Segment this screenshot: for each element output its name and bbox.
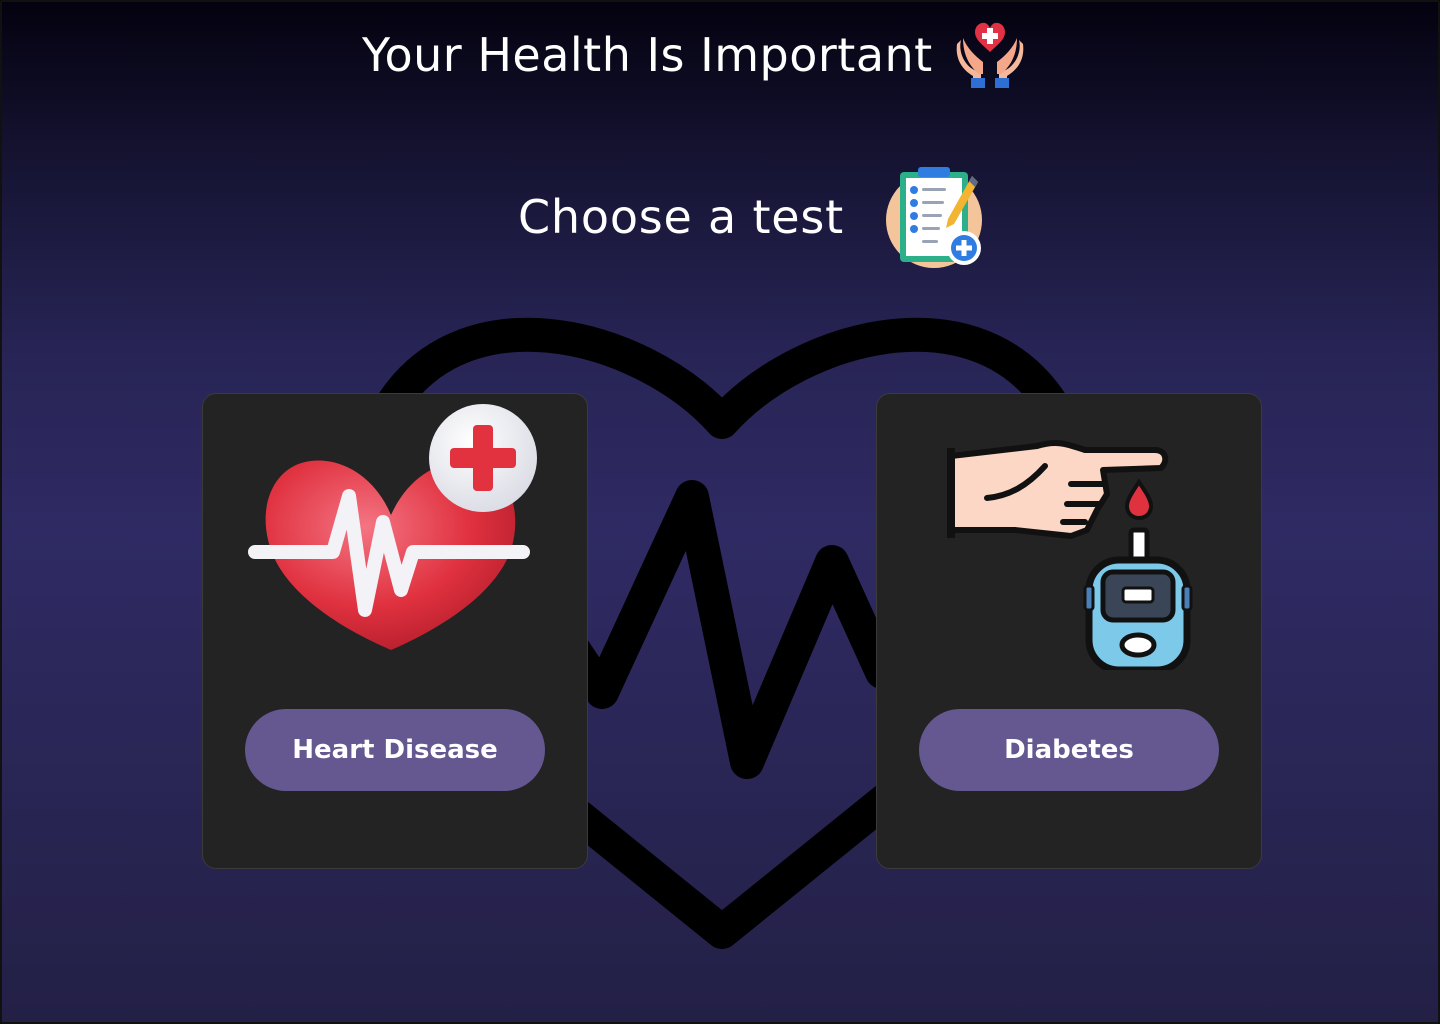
section-title: Choose a test <box>518 190 844 244</box>
medical-clipboard-checklist-icon <box>886 167 982 268</box>
test-chooser-header: Choose a test <box>518 162 988 272</box>
diabetes-card[interactable]: Diabetes <box>876 393 1262 869</box>
heart-pulse-plus-icon <box>248 404 537 650</box>
heart-disease-button[interactable]: Heart Disease <box>245 709 545 791</box>
glucose-meter-finger-prick-icon <box>947 440 1193 670</box>
page-header: Your Health Is Important <box>362 20 1027 90</box>
heart-disease-card[interactable]: Heart Disease <box>202 393 588 869</box>
caring-hands-heart-icon <box>956 22 1024 88</box>
diabetes-button[interactable]: Diabetes <box>919 709 1219 791</box>
app-screen: Your Health Is Important Choose a test H… <box>0 0 1440 1024</box>
page-title: Your Health Is Important <box>362 28 933 82</box>
